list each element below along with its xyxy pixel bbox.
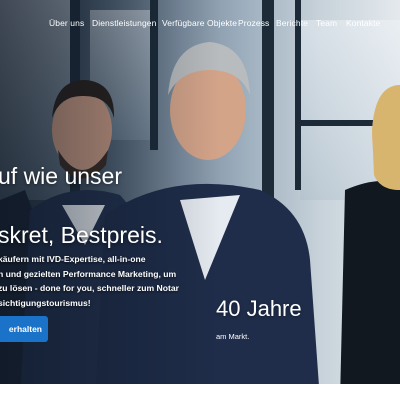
hero-headline-line-2: skret, Bestpreis. — [0, 222, 163, 249]
nav-item-berichte[interactable]: Berichte — [276, 18, 308, 28]
stat-value: 40 Jahre — [216, 296, 302, 321]
nav-item-verfuegbare-objekte[interactable]: Verfügbare Objekte — [162, 18, 237, 28]
nav-item-ueber-uns[interactable]: Über uns — [49, 18, 84, 28]
stat-label: am Markt. — [216, 332, 250, 341]
hero-description-line: zu lösen - done for you, schneller zum N… — [0, 283, 179, 293]
nav-item-kontakte[interactable]: Kontakte — [346, 18, 380, 28]
main-nav: Über uns Dienstleistungen Verfügbare Obj… — [0, 18, 400, 36]
hero-description-line: käufern mit IVD-Expertise, all-in-one — [0, 254, 146, 264]
nav-item-dienstleistungen[interactable]: Dienstleistungen — [92, 18, 156, 28]
hero-description-line: sichtigungstourismus! — [0, 297, 91, 308]
cta-button[interactable]: erhalten — [0, 316, 48, 342]
page-bottom-strip — [0, 384, 400, 400]
nav-item-team[interactable]: Team — [316, 18, 337, 28]
hero-image — [0, 0, 400, 400]
hero-description-line: n und gezielten Performance Marketing, u… — [0, 268, 177, 279]
hero-description: käufern mit IVD-Expertise, all-in-one n … — [0, 252, 198, 310]
person-blonde-woman — [340, 85, 400, 400]
hero-headline-line-1: uf wie unser — [0, 163, 123, 190]
nav-item-prozess[interactable]: Prozess — [238, 18, 269, 28]
